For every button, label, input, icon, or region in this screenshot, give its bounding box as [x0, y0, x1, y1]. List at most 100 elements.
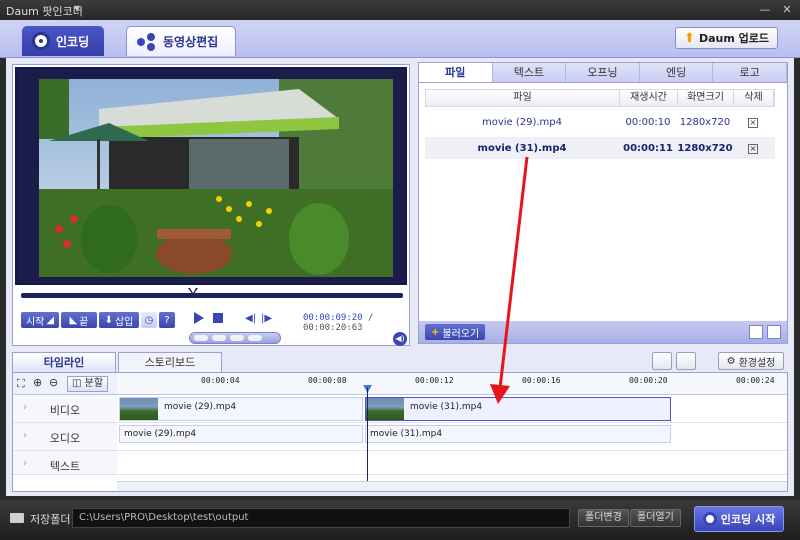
playhead-line [367, 387, 368, 491]
grid-view-icon[interactable] [749, 325, 763, 339]
track-label-video[interactable]: › 비디오 [13, 395, 117, 423]
import-label: 불러오기 [442, 328, 480, 340]
title-menu-icon[interactable]: ▼ [74, 4, 80, 13]
change-folder-button[interactable]: 폴더변경 [578, 509, 629, 527]
split-icon: ◫ [72, 378, 82, 389]
plus-icon: + [431, 326, 440, 338]
video-clip-selected[interactable]: movie (31).mp4 [365, 397, 671, 421]
settings-label: 환경설정 [738, 357, 776, 369]
tab-opening[interactable]: 오프닝 [566, 63, 640, 82]
set-end-label: 끝 [79, 316, 89, 328]
save-folder-path[interactable]: C:\Users\PRO\Desktop\test\output [72, 508, 570, 528]
split-button[interactable]: ◫ 분할 [67, 376, 109, 392]
app-title: Daum 팟인코더 [6, 5, 83, 18]
delete-file-icon[interactable]: × [748, 143, 758, 154]
file-duration: 00:00:10 [625, 116, 671, 128]
tab-text[interactable]: 텍스트 [493, 63, 567, 82]
timeline-toolbar: ⛶ ⊕ ⊖ ◫ 분할 [13, 373, 117, 395]
file-table-header: 파일 재생시간 화면크기 삭제 [425, 89, 775, 107]
timeline-ruler[interactable]: 00:00:04 00:00:08 00:00:12 00:00:16 00:0… [117, 373, 787, 395]
zoom-out-icon[interactable]: ⊖ [49, 376, 58, 389]
file-row-selected[interactable]: movie (31).mp4 00:00:11 1280x720 × [425, 137, 775, 159]
upload-arrow-icon: ⬆ [684, 30, 695, 46]
ruler-tick: 00:00:24 [736, 376, 775, 385]
file-name: movie (31).mp4 [477, 142, 567, 154]
col-size[interactable]: 화면크기 [678, 90, 734, 106]
set-end-button[interactable]: ◣ 끝 [61, 312, 97, 328]
track-label-audio[interactable]: › 오디오 [13, 423, 117, 451]
delete-file-icon[interactable]: × [748, 117, 758, 128]
volume-slider[interactable] [189, 332, 281, 344]
file-row[interactable]: movie (29).mp4 00:00:10 1280x720 × [425, 111, 775, 133]
audio-clip[interactable]: movie (31).mp4 [365, 425, 671, 443]
clip-label: movie (29).mp4 [164, 402, 237, 412]
tab-file[interactable]: 파일 [419, 63, 493, 82]
close-icon[interactable]: ✕ [778, 2, 796, 17]
open-folder-icon[interactable] [652, 352, 672, 370]
stop-icon[interactable] [213, 313, 223, 323]
tab-encode-label: 인코딩 [56, 34, 90, 49]
clock-icon[interactable]: ◷ [141, 312, 157, 328]
video-frame [39, 79, 393, 277]
app-window: Daum 팟인코더 ▼ — ✕ 인코딩 동영상편집 ⬆ Daum 업로드 시작 … [0, 0, 800, 540]
col-file[interactable]: 파일 [426, 90, 620, 106]
open-folder-button[interactable]: 폴더열기 [630, 509, 681, 527]
insert-button[interactable]: ⬇ 삽입 [99, 312, 139, 328]
title-bar: Daum 팟인코더 ▼ — ✕ [0, 0, 800, 20]
video-track: movie (29).mp4 movie (31).mp4 [117, 395, 787, 423]
audio-clip[interactable]: movie (29).mp4 [119, 425, 363, 443]
ruler-tick: 00:00:12 [415, 376, 454, 385]
film-reel-icon [32, 32, 50, 50]
track-name: 오디오 [49, 432, 81, 445]
file-name: movie (29).mp4 [481, 116, 563, 128]
play-icon[interactable] [194, 312, 204, 324]
file-panel-tabs: 파일 텍스트 오프닝 엔딩 로고 [419, 63, 787, 83]
import-button[interactable]: + 불러오기 [425, 324, 486, 340]
main-header: 인코딩 동영상편집 ⬆ Daum 업로드 [0, 20, 800, 58]
seek-bar[interactable] [21, 288, 403, 298]
tab-timeline[interactable]: 타임라인 [12, 352, 116, 372]
start-encoding-label: 인코딩 시작 [720, 513, 776, 526]
save-folder-label: 저장폴더 [30, 513, 71, 526]
timeline-scrollbar[interactable] [117, 481, 787, 491]
save-icon[interactable] [676, 352, 696, 370]
tab-storyboard[interactable]: 스토리보드 [118, 352, 222, 372]
col-duration[interactable]: 재생시간 [620, 90, 678, 106]
file-size: 1280x720 [677, 142, 733, 154]
tab-logo[interactable]: 로고 [713, 63, 787, 82]
settings-button[interactable]: ⚙ 환경설정 [718, 352, 784, 370]
help-button[interactable]: ? [159, 312, 175, 328]
track-name: 텍스트 [49, 460, 81, 473]
start-encoding-button[interactable]: 인코딩 시작 [694, 506, 784, 532]
tab-encode[interactable]: 인코딩 [22, 26, 104, 56]
timeline-panel: ⛶ ⊕ ⊖ ◫ 분할 00:00:04 00:00:08 00:00:12 00… [12, 372, 788, 492]
time-display: 00:00:09:20 / 00:00:20:63 [303, 313, 409, 333]
film-reel-icon [702, 512, 717, 526]
set-start-label: 시작 [25, 316, 45, 328]
daum-upload-button[interactable]: ⬆ Daum 업로드 [675, 27, 778, 49]
fit-icon[interactable]: ⛶ [17, 377, 25, 391]
ruler-tick: 00:00:04 [201, 376, 240, 385]
list-view-icon[interactable] [767, 325, 781, 339]
preview-panel: 시작 ◢ ◣ 끝 ⬇ 삽입 ◷ ? ◀| |▶ 00:00:09:20 / 00:00… [12, 64, 410, 346]
speaker-icon[interactable]: ◀) [393, 332, 407, 346]
seek-handle[interactable] [187, 288, 198, 295]
video-clip[interactable]: movie (29).mp4 [119, 397, 363, 421]
minimize-icon[interactable]: — [756, 2, 774, 17]
prev-frame-icon[interactable]: ◀| [245, 313, 256, 324]
folder-icon [10, 513, 24, 523]
tab-video-edit[interactable]: 동영상편집 [126, 26, 236, 56]
tab-ending[interactable]: 엔딩 [640, 63, 714, 82]
zoom-in-icon[interactable]: ⊕ [33, 376, 42, 389]
ruler-tick: 00:00:20 [629, 376, 668, 385]
ruler-tick: 00:00:08 [308, 376, 347, 385]
set-start-button[interactable]: 시작 ◢ [21, 312, 59, 328]
film-edit-icon [137, 32, 157, 51]
clip-label: movie (31).mp4 [410, 402, 483, 412]
next-frame-icon[interactable]: |▶ [261, 313, 272, 324]
file-panel-footer: + 불러오기 [419, 321, 787, 343]
col-delete[interactable]: 삭제 [734, 90, 774, 106]
help-label: ? [164, 314, 170, 326]
clip-thumbnail [120, 398, 158, 420]
track-label-text[interactable]: › 텍스트 [13, 451, 117, 475]
